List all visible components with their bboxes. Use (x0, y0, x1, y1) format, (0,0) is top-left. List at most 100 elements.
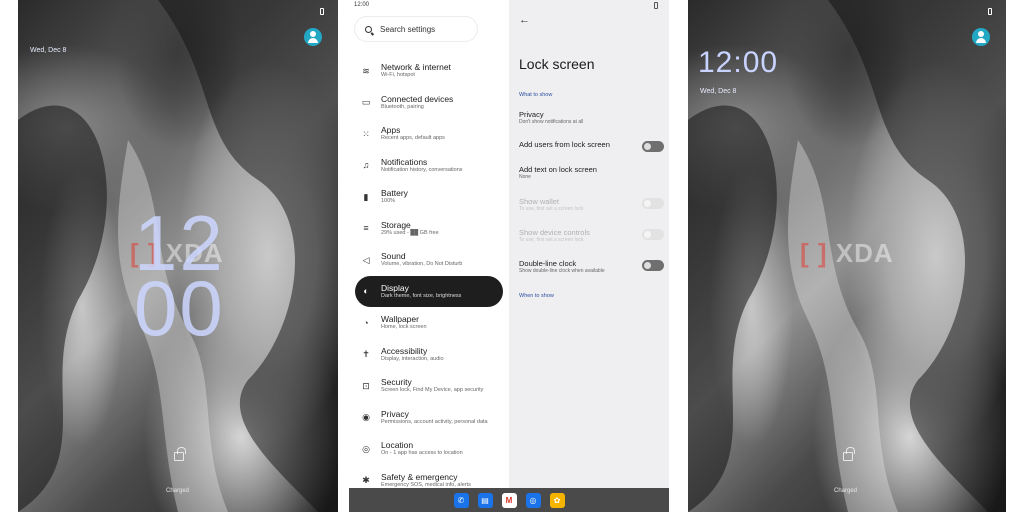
unlock-icon[interactable] (174, 447, 186, 461)
menu-item-subtitle: On - 1 app has access to location (381, 450, 463, 457)
pref-show-wallet: Show wallet To use, first set a screen l… (519, 197, 664, 213)
search-settings-bar[interactable]: Search settings (355, 17, 477, 41)
menu-item-subtitle: Display, interaction, audio (381, 355, 444, 362)
menu-item-notifications[interactable]: ♫ Notifications Notification history, conv… (355, 150, 503, 182)
pref-privacy[interactable]: Privacy Don't show notifications at all (519, 110, 664, 126)
menu-item-location[interactable]: ◎ Location On - 1 app has access to locati… (355, 433, 503, 465)
user-avatar-icon[interactable] (972, 28, 990, 46)
page-title: Lock screen (519, 56, 595, 72)
menu-item-connected-devices[interactable]: ▭ Connected devices Bluetooth, pairing (355, 87, 503, 119)
wifi-icon: ≋ (362, 65, 370, 76)
settings-menu-pane: 12:00 Search settings ≋ Network & interne… (349, 0, 509, 488)
accessibility-icon: ✝ (362, 349, 370, 360)
photos-app-icon[interactable]: ✿ (549, 492, 565, 508)
pref-add-text-sub: None (519, 174, 531, 180)
menu-item-subtitle: Screen lock, Find My Device, app securit… (381, 387, 484, 394)
menu-item-title: Wallpaper (381, 314, 419, 325)
asterisk-icon: ✱ (362, 475, 370, 486)
menu-item-subtitle: Bluetooth, pairing (381, 103, 424, 110)
bell-icon: ♫ (362, 160, 370, 171)
show-wallet-toggle (642, 198, 664, 209)
battery-icon: ▮ (363, 191, 369, 202)
menu-item-title: Network & internet (381, 62, 451, 73)
pref-add-text-title: Add text on lock screen (519, 165, 597, 174)
chrome-app-icon[interactable]: ◎ (525, 492, 541, 508)
menu-item-title: Accessibility (381, 345, 428, 356)
pref-double-line-clock[interactable]: Double-line clock Show double-line clock… (519, 259, 664, 275)
menu-item-title: Notifications (381, 156, 428, 167)
menu-item-title: Display (381, 282, 409, 293)
clock-minutes: 00 (134, 264, 225, 352)
section-what-to-show: What to show (519, 92, 553, 98)
phone-app-icon[interactable]: ✆ (453, 492, 469, 508)
double-line-clock-toggle[interactable] (642, 260, 664, 271)
menu-item-title: Safety & emergency (381, 471, 458, 482)
devices-icon: ▭ (361, 97, 371, 108)
pref-add-users[interactable]: Add users from lock screen (519, 140, 664, 152)
lock-screen-detail-pane: ← Lock screen What to show Privacy Don't… (509, 0, 669, 488)
menu-item-subtitle: Notification history, conversations (381, 166, 463, 173)
menu-item-text: Wallpaper Home, lock screen (381, 314, 427, 331)
taskbar: ✆ ▤ M ◎ ✿ (349, 488, 669, 512)
right-lock-screen: 12:00 Wed, Dec 8 [ ] XDA Charged (688, 0, 1006, 512)
menu-item-subtitle: Volume, vibration, Do Not Disturb (381, 261, 463, 268)
menu-item-subtitle: Dark theme, font size, brightness (381, 292, 462, 299)
menu-item-title: Connected devices (381, 93, 454, 104)
device-controls-toggle (642, 229, 664, 240)
settings-screen: 12:00 Search settings ≋ Network & interne… (349, 0, 669, 512)
menu-item-text: Display Dark theme, font size, brightness (381, 283, 461, 300)
xda-watermark: [ ] XDA (800, 238, 894, 268)
pref-double-clock-sub: Show double-line clock when available (519, 268, 605, 274)
menu-item-text: Sound Volume, vibration, Do Not Disturb (381, 251, 462, 268)
menu-item-subtitle: Recent apps, default apps (381, 135, 445, 142)
menu-item-display[interactable]: ◐ Display Dark theme, font size, brightnes… (355, 275, 503, 307)
gmail-app-icon[interactable]: M (501, 492, 517, 508)
menu-item-text: Location On - 1 app has access to locatio… (381, 440, 463, 457)
palette-icon: ◔ (363, 317, 369, 328)
location-icon: ◎ (362, 443, 370, 454)
menu-item-title: Privacy (381, 408, 409, 419)
menu-item-apps[interactable]: ⁙ Apps Recent apps, default apps (355, 118, 503, 150)
charging-status: Charged (834, 488, 858, 494)
menu-item-wallpaper[interactable]: ◔ Wallpaper Home, lock screen (355, 307, 503, 339)
unlock-icon[interactable] (843, 447, 855, 461)
menu-item-privacy[interactable]: ◉ Privacy Permissions, account activity, p… (355, 402, 503, 434)
menu-item-text: Storage 29% used - ██ GB free (381, 220, 439, 237)
charging-status: Charged (166, 488, 190, 494)
add-users-toggle[interactable] (642, 141, 664, 152)
menu-item-text: Security Screen lock, Find My Device, app… (381, 377, 483, 394)
menu-item-network-internet[interactable]: ≋ Network & internet Wi-Fi, hotspot (355, 55, 503, 87)
clock-single-line: 12:00 (698, 46, 779, 79)
search-icon (365, 25, 372, 33)
battery-status-icon (654, 2, 658, 9)
menu-item-text: Connected devices Bluetooth, pairing (381, 94, 453, 111)
section-when-to-show: When to show (519, 293, 554, 299)
menu-item-sound[interactable]: ◁ Sound Volume, vibration, Do Not Disturb (355, 244, 503, 276)
menu-item-title: Sound (381, 251, 406, 262)
back-arrow-icon[interactable]: ← (519, 14, 530, 26)
menu-item-subtitle: Home, lock screen (381, 324, 427, 331)
menu-item-accessibility[interactable]: ✝ Accessibility Display, interaction, audi… (355, 339, 503, 371)
apps-icon: ⁙ (362, 128, 370, 139)
pref-add-text[interactable]: Add text on lock screen None (519, 165, 664, 181)
menu-item-title: Apps (381, 125, 401, 136)
pref-device-controls: Show device controls To use, first set a… (519, 228, 664, 244)
messages-app-icon[interactable]: ▤ (477, 492, 493, 508)
battery-status-icon (320, 8, 324, 15)
menu-item-title: Storage (381, 219, 411, 230)
pref-show-wallet-sub: To use, first set a screen lock (519, 206, 584, 212)
user-avatar-icon[interactable] (304, 28, 322, 46)
battery-status-icon (988, 8, 992, 15)
lock-date: Wed, Dec 8 (30, 47, 67, 54)
menu-item-security[interactable]: ⊡ Security Screen lock, Find My Device, ap… (355, 370, 503, 402)
menu-item-title: Battery (381, 188, 408, 199)
menu-item-subtitle: 29% used - ██ GB free (381, 229, 439, 236)
menu-item-subtitle: 100% (381, 198, 396, 205)
display-icon: ◐ (363, 286, 369, 297)
menu-item-battery[interactable]: ▮ Battery 100% (355, 181, 503, 213)
menu-item-text: Network & internet Wi-Fi, hotspot (381, 62, 451, 79)
lock-icon: ⊡ (362, 380, 370, 391)
menu-item-storage[interactable]: ≡ Storage 29% used - ██ GB free (355, 213, 503, 245)
menu-item-title: Location (381, 440, 414, 451)
menu-item-text: Safety & emergency Emergency SOS, medical… (381, 472, 471, 489)
